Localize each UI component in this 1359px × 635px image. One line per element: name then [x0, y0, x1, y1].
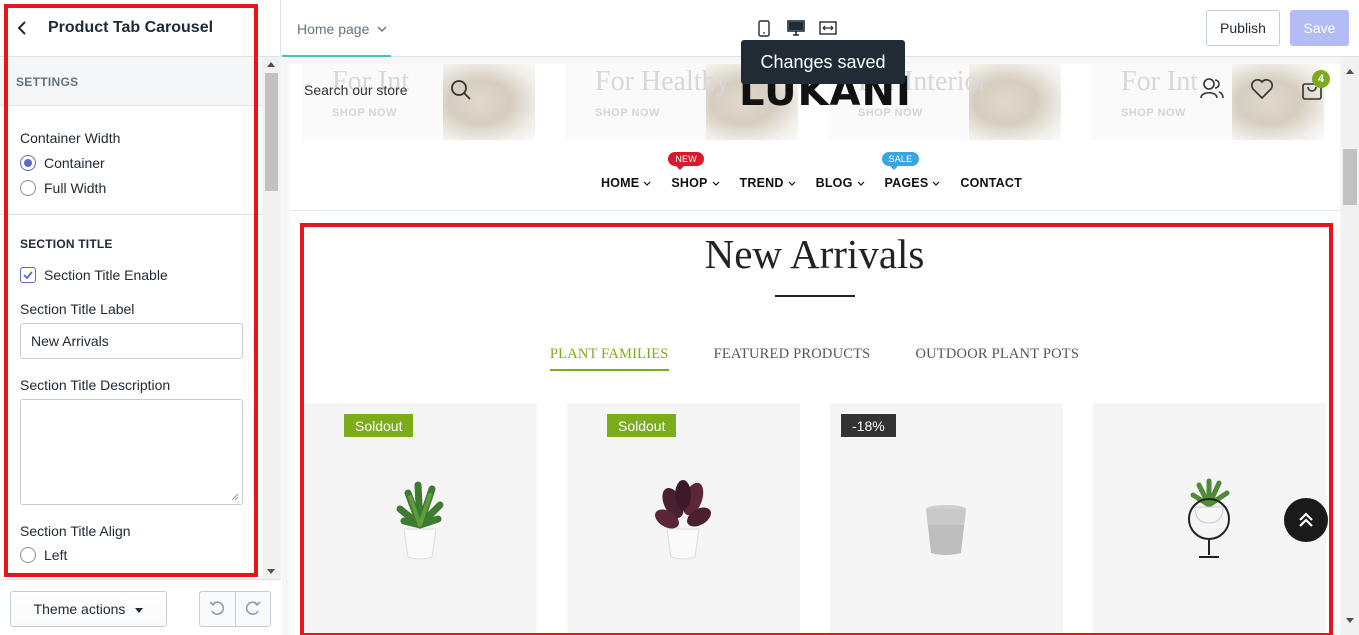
caret-down-icon [135, 607, 144, 613]
banner-card[interactable]: For Int SHOP NOW [302, 64, 535, 140]
radio-align-left[interactable]: Left [20, 547, 242, 563]
radio-align-left-label: Left [44, 547, 68, 563]
fullwidth-view-button[interactable] [818, 18, 838, 38]
nav-item-label: HOME [601, 176, 640, 190]
new-badge: NEW [668, 152, 704, 170]
store-search-input[interactable]: Search our store [304, 82, 408, 98]
theme-actions-label: Theme actions [33, 601, 126, 617]
settings-heading: SETTINGS [0, 57, 262, 106]
radio-container[interactable]: Container [20, 155, 242, 171]
mobile-view-button[interactable] [754, 18, 774, 38]
users-icon [1200, 78, 1224, 99]
chevron-down-icon [712, 181, 719, 186]
viewport-switcher [754, 18, 838, 38]
settings-scroll-area: SETTINGS Container Width Container Full … [0, 57, 262, 579]
checkbox-checked-icon[interactable] [20, 267, 36, 283]
chevron-down-icon [857, 181, 864, 186]
header-divider [289, 210, 1340, 211]
undo-button[interactable] [200, 592, 235, 626]
main-navigation: HOME NEW SHOP TREND BLOG SALE PAGES CONT… [601, 152, 1042, 190]
cart-count-badge: 4 [1312, 70, 1330, 88]
chevron-down-icon [377, 26, 387, 32]
resize-grip-icon[interactable] [231, 493, 239, 501]
radio-unselected-icon[interactable] [20, 180, 36, 196]
panel-title: Product Tab Carousel [47, 19, 214, 36]
preview-scrollbar[interactable] [1341, 57, 1359, 635]
panel-header: Product Tab Carousel [0, 0, 281, 57]
scroll-up-arrow-icon[interactable] [267, 62, 275, 67]
desktop-icon [787, 20, 805, 36]
sale-badge: SALE [881, 152, 920, 170]
heart-icon [1251, 79, 1273, 100]
undo-icon [209, 601, 225, 615]
banner-title: For Healthy [595, 66, 730, 97]
save-button[interactable]: Save [1290, 10, 1349, 46]
banner-cta: SHOP NOW [332, 107, 397, 119]
banner-title: For Int [1121, 66, 1198, 97]
preview-scroll-thumb[interactable] [1343, 149, 1357, 205]
nav-item-blog[interactable]: BLOG [816, 176, 865, 190]
scroll-down-arrow-icon[interactable] [267, 569, 275, 574]
theme-actions-button[interactable]: Theme actions [10, 591, 167, 627]
cart-button[interactable]: 4 [1299, 70, 1330, 102]
radio-full-width-label: Full Width [44, 180, 107, 196]
highlight-frame-section [300, 223, 1333, 635]
page-selector-label: Home page [297, 20, 370, 37]
nav-item-contact[interactable]: CONTACT [960, 176, 1022, 190]
chevron-down-icon [643, 181, 651, 186]
panel-scroll-thumb[interactable] [265, 73, 278, 191]
back-to-top-button[interactable] [1284, 498, 1328, 542]
banner-image [443, 64, 535, 140]
redo-icon [245, 601, 261, 615]
store-page: For Int SHOP NOW For Healthy SHOP NOW Fo… [289, 64, 1340, 635]
nav-item-label: CONTACT [960, 176, 1022, 190]
section-title-heading: SECTION TITLE [20, 237, 113, 251]
nav-item-label: TREND [739, 176, 784, 190]
mobile-icon [758, 19, 770, 37]
container-width-label: Container Width [20, 130, 121, 146]
scroll-down-arrow-icon[interactable] [1346, 618, 1354, 623]
nav-item-pages[interactable]: SALE PAGES [881, 152, 941, 190]
banner-cta: SHOP NOW [1121, 107, 1186, 119]
theme-preview: For Int SHOP NOW For Healthy SHOP NOW Fo… [282, 57, 1359, 635]
radio-selected-icon[interactable] [20, 155, 36, 171]
nav-item-label: PAGES [884, 176, 929, 190]
fullwidth-icon [819, 21, 837, 35]
nav-item-trend[interactable]: TREND [740, 176, 796, 190]
account-button[interactable] [1199, 76, 1225, 102]
settings-panel: Product Tab Carousel SETTINGS Container … [0, 0, 281, 635]
nav-item-shop[interactable]: NEW SHOP [668, 152, 719, 190]
radio-full-width[interactable]: Full Width [20, 180, 242, 196]
panel-footer: Theme actions [0, 579, 281, 635]
nav-item-label: SHOP [671, 176, 708, 190]
chevron-down-icon [932, 181, 940, 186]
section-title-enable-checkbox[interactable]: Section Title Enable [20, 267, 242, 283]
radio-container-label: Container [44, 155, 105, 171]
chevron-down-icon [788, 181, 796, 186]
history-buttons [199, 591, 271, 627]
section-title-label-input[interactable]: New Arrivals [20, 323, 243, 359]
section-title-description-textarea[interactable] [20, 399, 243, 505]
container-width-group: Container Width Container Full Width [0, 106, 262, 196]
publish-button[interactable]: Publish [1206, 10, 1280, 46]
section-title-enable-label: Section Title Enable [44, 267, 168, 283]
wishlist-button[interactable] [1249, 76, 1275, 102]
section-title-description-label: Section Title Description [20, 377, 171, 393]
banner-cta: SHOP NOW [595, 107, 660, 119]
section-title-align-label: Section Title Align [20, 523, 131, 539]
radio-unselected-icon[interactable] [20, 547, 36, 563]
search-icon[interactable] [450, 79, 472, 101]
desktop-view-button[interactable] [786, 18, 806, 38]
nav-item-label: BLOG [815, 176, 853, 190]
header-actions: 4 [1199, 70, 1330, 102]
changes-saved-toast: Changes saved [741, 40, 905, 84]
section-title-label-label: Section Title Label [20, 301, 135, 317]
panel-scrollbar[interactable] [262, 57, 281, 579]
scroll-up-arrow-icon[interactable] [1346, 69, 1354, 74]
double-chevron-up-icon [1299, 512, 1313, 527]
nav-item-home[interactable]: HOME [601, 176, 651, 190]
page-selector[interactable]: Home page [282, 0, 391, 58]
redo-button[interactable] [234, 592, 271, 626]
